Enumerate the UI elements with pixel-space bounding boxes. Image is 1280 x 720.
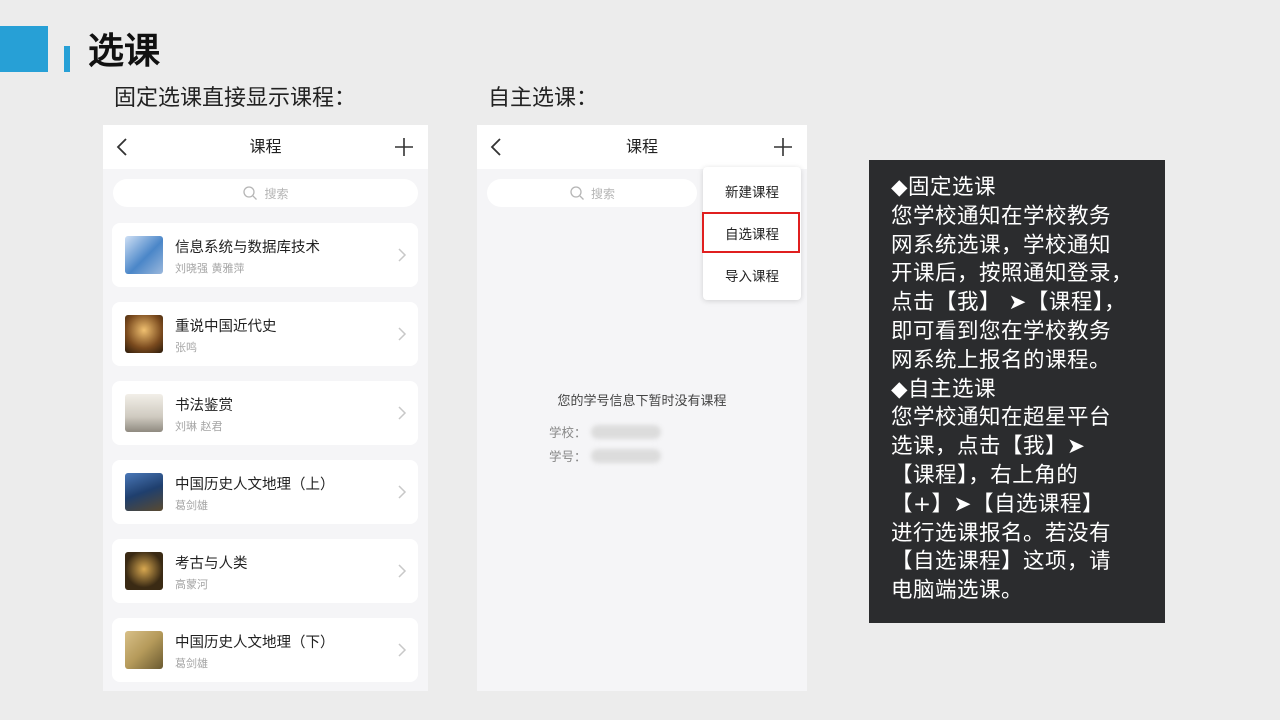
chevron-right-icon	[398, 564, 407, 578]
course-thumbnail	[125, 631, 163, 669]
menu-item-import-course[interactable]: 导入课程	[703, 259, 801, 295]
note-line: 您学校通知在超星平台	[891, 405, 1112, 431]
course-teacher: 刘晓强 黄雅萍	[175, 262, 245, 275]
course-name: 重说中国近代史	[175, 319, 277, 335]
note-line: 开课后，按照通知登录，	[891, 261, 1134, 287]
note-line: 【自选课程】这项，请	[891, 549, 1112, 575]
chevron-right-icon	[398, 248, 407, 262]
chevron-right-icon	[398, 406, 407, 420]
course-card[interactable]: 中国历史人文地理（上） 葛剑雄	[112, 460, 418, 524]
caption-self-selection: 自主选课：	[488, 86, 599, 111]
chevron-right-icon	[398, 485, 407, 499]
plus-icon[interactable]	[769, 133, 797, 161]
school-label: 学校：	[549, 425, 587, 440]
course-name: 中国历史人文地理（下）	[175, 635, 335, 651]
course-teacher: 葛剑雄	[175, 657, 208, 670]
page-title: 选课	[88, 31, 161, 72]
note-line: 【课程】，右上角的	[891, 462, 1079, 488]
search-placeholder: 搜索	[264, 186, 289, 201]
note-line: 【+】➤【自选课程】	[891, 491, 1105, 517]
plus-icon[interactable]	[390, 133, 418, 161]
caption-fixed-selection: 固定选课直接显示课程：	[114, 86, 357, 111]
course-thumbnail	[125, 473, 163, 511]
title-accent-block	[0, 26, 48, 72]
search-icon	[570, 186, 584, 200]
course-teacher: 张鸣	[175, 341, 197, 354]
course-name: 信息系统与数据库技术	[175, 240, 320, 256]
student-id-info-row: 学号：	[549, 446, 661, 465]
note-line: ◆自主选课	[891, 376, 997, 402]
title-accent-bar	[64, 46, 70, 72]
course-name: 考古与人类	[175, 556, 248, 572]
search-placeholder: 搜索	[590, 186, 615, 201]
phone-screenshot-self-selection: 课程 搜索 您的学号信息下暂时没有课程 学校： 学号： 新建课程 自选课程 导入…	[477, 125, 807, 691]
menu-item-new-course[interactable]: 新建课程	[703, 175, 801, 211]
note-line: 点击【我】 ➤【课程】，	[891, 290, 1127, 316]
course-card[interactable]: 信息系统与数据库技术 刘晓强 黄雅萍	[112, 223, 418, 287]
highlight-box	[702, 212, 800, 253]
school-value-redacted	[590, 424, 661, 439]
course-teacher: 刘琳 赵君	[175, 420, 223, 433]
course-teacher: 葛剑雄	[175, 499, 208, 512]
instruction-notes: ◆固定选课 您学校通知在学校教务 网系统选课，学校通知 开课后，按照通知登录， …	[869, 160, 1165, 623]
course-thumbnail	[125, 236, 163, 274]
note-line: 电脑端选课。	[891, 578, 1024, 604]
note-line: 您学校通知在学校教务	[891, 203, 1112, 229]
chevron-right-icon	[398, 327, 407, 341]
note-line: 网系统上报名的课程。	[891, 347, 1112, 373]
note-line: 选课，点击【我】➤	[891, 434, 1086, 460]
school-info-row: 学校：	[549, 422, 661, 441]
course-card[interactable]: 书法鉴赏 刘琳 赵君	[112, 381, 418, 445]
search-input[interactable]: 搜索	[113, 179, 418, 207]
note-line: 进行选课报名。若没有	[891, 520, 1112, 546]
empty-state-message: 您的学号信息下暂时没有课程	[557, 394, 727, 409]
phone-screenshot-courses: 课程 搜索 信息系统与数据库技术 刘晓强 黄雅萍 重说中国近代史 张鸣 书法鉴赏…	[103, 125, 428, 691]
course-card[interactable]: 重说中国近代史 张鸣	[112, 302, 418, 366]
course-list: 信息系统与数据库技术 刘晓强 黄雅萍 重说中国近代史 张鸣 书法鉴赏 刘琳 赵君…	[103, 223, 428, 682]
header-title: 课程	[625, 137, 658, 156]
note-line: ◆固定选课	[891, 175, 997, 200]
header-title: 课程	[249, 137, 282, 156]
note-line: 网系统选课，学校通知	[891, 232, 1112, 258]
search-icon	[243, 186, 258, 200]
course-teacher: 高蒙河	[175, 578, 208, 591]
course-name: 中国历史人文地理（上）	[175, 477, 335, 493]
search-input[interactable]: 搜索	[487, 179, 697, 207]
nav-header: 课程	[103, 125, 428, 169]
course-thumbnail	[125, 394, 163, 432]
course-card[interactable]: 中国历史人文地理（下） 葛剑雄	[112, 618, 418, 682]
note-line: 即可看到您在学校教务	[891, 318, 1112, 344]
student-id-label: 学号：	[549, 449, 587, 464]
course-card[interactable]: 考古与人类 高蒙河	[112, 539, 418, 603]
chevron-right-icon	[398, 643, 407, 657]
course-thumbnail	[125, 552, 163, 590]
nav-header: 课程	[477, 125, 807, 169]
student-id-value-redacted	[590, 448, 661, 463]
course-thumbnail	[125, 315, 163, 353]
course-name: 书法鉴赏	[175, 398, 233, 414]
